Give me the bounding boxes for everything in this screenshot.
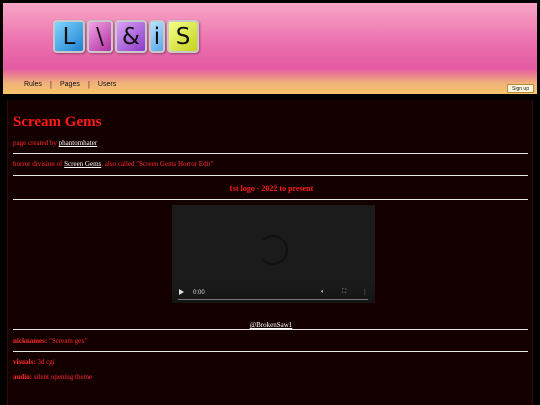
audio-label: audio: — [13, 373, 33, 381]
logo-tile-l: L — [53, 20, 85, 53]
page-content: Scream Gems page created by phantomhater… — [7, 100, 533, 405]
more-options-icon[interactable]: ⋮ — [362, 289, 368, 296]
page-description: horror division of Screen Gems. also cal… — [13, 160, 213, 168]
video-player[interactable]: 0:00 🔈︎ ⛶ ⋮ — [172, 205, 375, 303]
logo-tile-s: S — [167, 20, 199, 53]
section-title: 1st logo - 2022 to present — [228, 184, 314, 193]
nav-pages[interactable]: Pages — [52, 81, 88, 88]
main-nav: Rules | Pages | Users — [16, 80, 124, 89]
nav-users[interactable]: Users — [90, 81, 124, 88]
volume-icon[interactable]: 🔈︎ — [321, 288, 325, 296]
description-prefix: horror division of — [13, 160, 63, 168]
author-prefix: page created by — [13, 139, 57, 147]
description-suffix: . also called "Screen Gems Horror Edit" — [101, 160, 214, 168]
divider — [13, 153, 528, 154]
audio-field: audio: silent opening theme — [13, 373, 92, 381]
loading-spinner-icon — [258, 235, 288, 265]
site-logo[interactable]: L \ & i S — [53, 20, 199, 58]
author-link[interactable]: phantomhater — [59, 139, 98, 147]
divider — [13, 175, 528, 176]
audio-value: silent opening theme — [33, 373, 93, 381]
site-header: L \ & i S Rules | Pages | Users Sign up — [3, 3, 537, 94]
visuals-field: visuals: 3d cgi — [13, 358, 55, 366]
divider — [13, 199, 528, 200]
divider — [13, 351, 528, 352]
video-controls: 0:00 🔈︎ ⛶ ⋮ — [172, 283, 375, 303]
visuals-value: 3d cgi — [37, 358, 55, 366]
screen-gems-link[interactable]: Screen Gems — [64, 160, 101, 168]
sign-up-button[interactable]: Sign up — [507, 84, 534, 93]
logo-tile-backslash: \ — [87, 20, 113, 53]
logo-tile-ampersand: & — [115, 20, 147, 53]
fullscreen-icon[interactable]: ⛶ — [342, 288, 346, 296]
divider — [13, 329, 528, 330]
nav-rules[interactable]: Rules — [16, 81, 50, 88]
video-time: 0:00 — [193, 290, 205, 296]
nicknames-field: nicknames: "Scream gex" — [13, 337, 88, 345]
video-credit-link[interactable]: @BrokenSaw1 — [250, 321, 293, 329]
page-author: page created by phantomhater — [13, 139, 97, 147]
page-title: Scream Gems — [13, 114, 102, 130]
logo-tile-i: i — [149, 20, 165, 53]
nicknames-label: nicknames: — [13, 337, 48, 345]
play-icon[interactable] — [179, 289, 184, 295]
nicknames-value: "Scream gex" — [48, 337, 88, 345]
visuals-label: visuals: — [13, 358, 36, 366]
video-progress-bar[interactable] — [178, 299, 368, 300]
